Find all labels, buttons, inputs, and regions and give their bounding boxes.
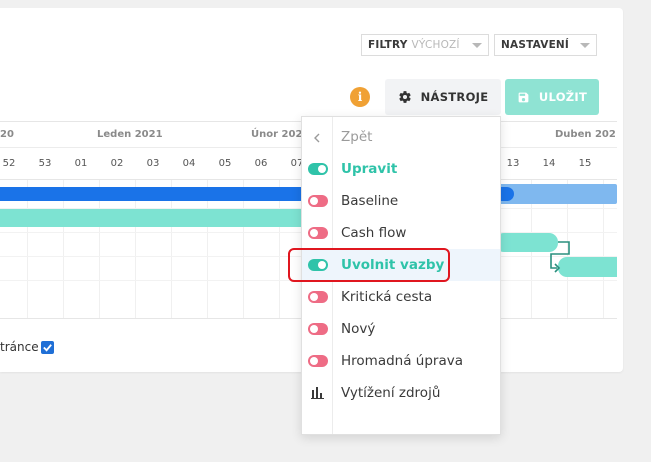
month-label: Únor 202	[251, 129, 303, 140]
week-label: 53	[38, 158, 52, 169]
toggle-off-icon[interactable]	[308, 323, 328, 335]
toggle-off-icon[interactable]	[308, 195, 328, 207]
info-icon[interactable]: i	[350, 87, 370, 107]
filters-label: FILTRY	[368, 39, 408, 51]
week-label: 03	[146, 158, 160, 169]
week-label: 52	[2, 158, 16, 169]
chevron-down-icon	[580, 43, 590, 48]
highlight-frame	[288, 248, 450, 282]
footer-label: tránce	[0, 340, 39, 354]
week-label: 04	[182, 158, 196, 169]
check-icon	[43, 344, 52, 352]
menu-item-hromadna-uprava[interactable]: Hromadná úprava	[302, 345, 500, 377]
toggle-off-icon[interactable]	[308, 355, 328, 367]
month-label: Leden 2021	[97, 129, 163, 140]
toggle-on-icon[interactable]	[308, 163, 328, 175]
month-label: Duben 2021	[555, 129, 617, 140]
bar-chart-icon	[311, 387, 324, 399]
settings-select[interactable]: NASTAVENÍ	[494, 34, 597, 56]
footer-checkbox[interactable]	[41, 341, 54, 354]
week-label: 05	[218, 158, 232, 169]
menu-item-novy[interactable]: Nový	[302, 313, 500, 345]
menu-item-upravit[interactable]: Upravit	[302, 153, 500, 185]
menu-item-back[interactable]: Zpět	[302, 121, 500, 153]
dependency-connector	[550, 241, 570, 273]
gear-icon	[398, 91, 411, 103]
month-label: 20	[0, 129, 14, 140]
toggle-off-icon[interactable]	[308, 291, 328, 303]
tools-button[interactable]: NÁSTROJE	[385, 79, 501, 115]
settings-label: NASTAVENÍ	[501, 39, 570, 51]
toggle-off-icon[interactable]	[308, 227, 328, 239]
tools-label: NÁSTROJE	[420, 90, 489, 104]
week-label: 15	[578, 158, 592, 169]
filters-placeholder: VÝCHOZÍ	[411, 39, 460, 51]
week-label: 14	[542, 158, 556, 169]
chevron-down-icon	[472, 43, 482, 48]
save-button[interactable]: ULOŽIT	[505, 79, 599, 115]
menu-back-label: Zpět	[341, 129, 373, 145]
menu-item-cash-flow[interactable]: Cash flow	[302, 217, 500, 249]
menu-item-label: Hromadná úprava	[341, 353, 463, 369]
menu-item-label: Cash flow	[341, 225, 407, 241]
week-label: 06	[254, 158, 268, 169]
chevron-left-icon	[314, 133, 320, 143]
menu-item-label: Nový	[341, 321, 376, 337]
menu-item-baseline[interactable]: Baseline	[302, 185, 500, 217]
menu-item-label: Baseline	[341, 193, 399, 209]
menu-item-label: Vytížení zdrojů	[341, 385, 441, 401]
save-label: ULOŽIT	[538, 90, 588, 104]
menu-item-label: Kritická cesta	[341, 289, 433, 305]
menu-item-vytizeni-zdroju[interactable]: Vytížení zdrojů	[302, 377, 500, 409]
week-label: 02	[110, 158, 124, 169]
menu-item-label: Upravit	[341, 161, 398, 177]
week-label: 01	[74, 158, 88, 169]
gantt-bar[interactable]	[0, 209, 310, 227]
save-icon	[518, 92, 529, 102]
filters-select[interactable]: FILTRY VÝCHOZÍ	[361, 34, 489, 56]
menu-item-kriticka-cesta[interactable]: Kritická cesta	[302, 281, 500, 313]
